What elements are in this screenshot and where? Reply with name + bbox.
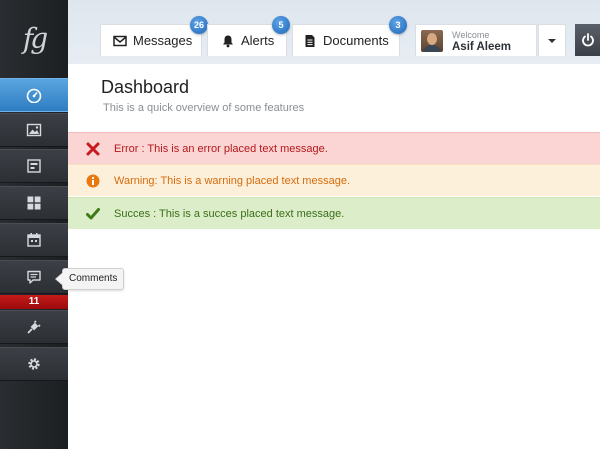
error-x-icon — [86, 142, 100, 155]
warning-alert: Warning: This is a warning placed text m… — [68, 164, 600, 196]
bell-icon — [223, 35, 233, 47]
tab-documents-label: Documents — [323, 33, 389, 48]
tab-messages-label: Messages — [133, 33, 193, 48]
success-alert: Succes : This is a succes placed text me… — [68, 197, 600, 229]
comments-count-badge: 11 — [0, 295, 68, 309]
sidebar-item-gallery[interactable] — [0, 113, 68, 147]
tab-messages[interactable]: Messages 26 — [100, 16, 208, 56]
page-title: Dashboard — [101, 77, 190, 97]
warning-alert-text: Warning: This is a warning placed text m… — [114, 174, 351, 187]
sidebar-item-settings[interactable] — [0, 347, 68, 381]
sidebar-item-forms[interactable] — [0, 149, 68, 183]
avatar — [421, 29, 443, 52]
envelope-icon — [113, 35, 127, 46]
tab-alerts[interactable]: Alerts 5 — [207, 16, 290, 56]
gauge-icon — [26, 88, 42, 103]
info-icon — [86, 174, 100, 187]
user-menu-dropdown-button[interactable] — [538, 24, 566, 56]
user-menu[interactable]: Welcome Asif Aleem — [415, 24, 537, 56]
tab-alerts-label: Alerts — [241, 33, 275, 48]
power-icon — [581, 33, 594, 47]
chat-icon — [27, 270, 41, 284]
alerts-count-badge: 5 — [272, 16, 290, 34]
messages-count-badge: 26 — [190, 16, 208, 34]
grid-icon — [27, 196, 41, 210]
sidebar-item-plugins[interactable] — [0, 310, 68, 344]
plug-icon — [27, 320, 41, 334]
gear-icon — [28, 358, 40, 370]
sidebar-item-widgets[interactable] — [0, 186, 68, 220]
error-alert-text: Error : This is an error placed text mes… — [114, 142, 328, 155]
caret-down-icon — [548, 38, 556, 43]
user-name: Asif Aleem — [452, 40, 512, 53]
image-icon — [26, 123, 42, 137]
sidebar-item-calendar[interactable] — [0, 223, 68, 257]
form-icon — [27, 159, 41, 173]
error-alert: Error : This is an error placed text mes… — [68, 132, 600, 164]
page-header: Dashboard This is a quick overview of so… — [68, 64, 600, 132]
checkmark-icon — [86, 207, 100, 219]
comments-tooltip: Comments — [54, 268, 125, 290]
tab-documents[interactable]: Documents 3 — [292, 16, 407, 56]
app-logo[interactable]: fg — [0, 0, 68, 76]
sidebar-item-dashboard[interactable] — [0, 78, 84, 113]
welcome-label: Welcome — [452, 29, 490, 40]
documents-count-badge: 3 — [389, 16, 407, 34]
success-alert-text: Succes : This is a succes placed text me… — [114, 207, 345, 220]
document-icon — [305, 34, 315, 47]
logout-button[interactable] — [575, 24, 600, 56]
calendar-icon — [27, 233, 41, 247]
logo-text: fg — [22, 21, 48, 55]
page-subtitle: This is a quick overview of some feature… — [103, 102, 305, 114]
sidebar: fg 11 — [0, 0, 84, 449]
